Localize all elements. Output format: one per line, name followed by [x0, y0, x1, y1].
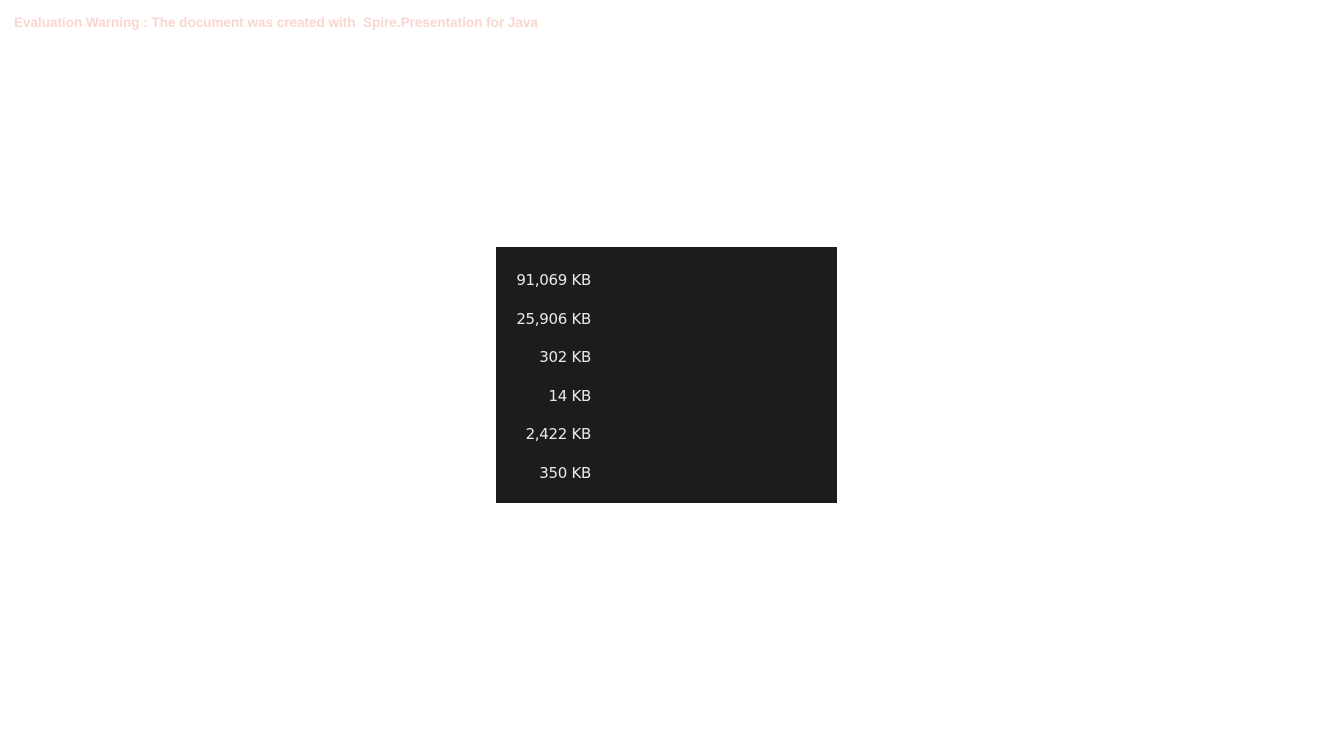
file-size-item: 350 KB	[539, 463, 591, 482]
file-size-item: 302 KB	[539, 348, 591, 366]
file-size-item: 91,069 KB	[516, 271, 591, 289]
file-size-item: 2,422 KB	[525, 425, 592, 443]
file-size-item: 14 KB	[548, 386, 592, 405]
evaluation-warning-watermark: Evaluation Warning : The document was cr…	[14, 15, 538, 30]
file-size-column: 91,069 KB 25,906 KB 302 KB 14 KB 2,422 K…	[496, 247, 837, 503]
file-size-item: 25,906 KB	[516, 309, 591, 328]
